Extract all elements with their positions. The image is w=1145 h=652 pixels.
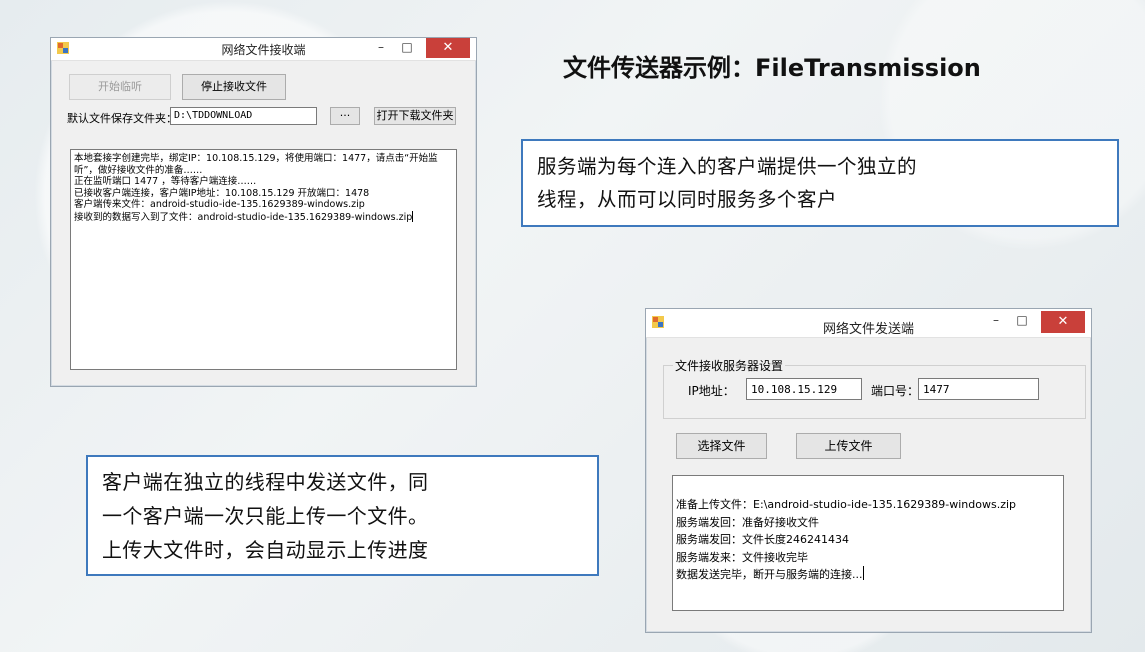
text-caret <box>412 210 414 222</box>
slide-title: 文件传送器示例：FileTransmission <box>563 54 981 82</box>
minimize-button[interactable]: – <box>983 311 1009 331</box>
receiver-titlebar: 网络文件接收端 – □ ✕ <box>51 38 476 61</box>
log-line: 接收到的数据写入到了文件：android-studio-ide-135.1629… <box>74 211 413 223</box>
sender-titlebar: 网络文件发送端 – □ ✕ <box>646 309 1091 338</box>
server-callout: 服务端为每个连入的客户端提供一个独立的 线程，从而可以同时服务多个客户 <box>521 139 1119 227</box>
port-label: 端口号： <box>871 384 920 398</box>
callout-line: 一个客户端一次只能上传一个文件。 <box>102 504 429 528</box>
close-button[interactable]: ✕ <box>1041 311 1085 333</box>
open-folder-button[interactable]: 打开下载文件夹 <box>374 107 456 125</box>
select-file-button[interactable]: 选择文件 <box>676 433 767 459</box>
sender-log[interactable]: 准备上传文件：E:\android-studio-ide-135.1629389… <box>672 475 1064 611</box>
browse-button[interactable]: ··· <box>330 107 360 125</box>
callout-line: 客户端在独立的线程中发送文件，同 <box>102 470 429 494</box>
log-line: 正在监听端口 1477 ，等待客户端连接…… <box>74 176 257 187</box>
port-input[interactable]: 1477 <box>918 378 1039 400</box>
group-label: 文件接收服务器设置 <box>673 357 786 374</box>
start-listen-button[interactable]: 开始临听 <box>69 74 171 100</box>
log-line: 已接收客户端连接，客户端IP地址：10.108.15.129 开放端口：1478 <box>74 187 370 199</box>
log-line: 数据发送完毕，断开与服务端的连接... <box>676 568 863 581</box>
maximize-button[interactable]: □ <box>1009 311 1035 331</box>
minimize-button[interactable]: – <box>368 38 394 58</box>
folder-input[interactable]: D:\TDDOWNLOAD <box>170 107 317 125</box>
ip-input[interactable]: 10.108.15.129 <box>746 378 862 400</box>
log-line: 准备上传文件：E:\android-studio-ide-135.1629389… <box>676 498 1017 511</box>
ip-label: IP地址： <box>688 384 735 398</box>
stop-receive-button[interactable]: 停止接收文件 <box>182 74 286 100</box>
folder-label: 默认文件保存文件夹： <box>67 112 177 125</box>
receiver-log[interactable]: 本地套接字创建完毕，绑定IP：10.108.15.129，将使用端口：1477，… <box>70 149 457 370</box>
upload-file-button[interactable]: 上传文件 <box>796 433 901 459</box>
log-line: 服务端发回：准备好接收文件 <box>676 515 819 529</box>
log-line: 服务端发来：文件接收完毕 <box>676 550 808 564</box>
callout-line: 线程，从而可以同时服务多个客户 <box>537 188 838 211</box>
log-line: 服务端发回：文件长度246241434 <box>676 533 849 546</box>
text-caret <box>862 566 864 580</box>
sender-window: 网络文件发送端 – □ ✕ 文件接收服务器设置 IP地址： 10.108.15.… <box>645 308 1092 633</box>
log-line: 本地套接字创建完毕，绑定IP：10.108.15.129，将使用端口：1477，… <box>74 153 438 176</box>
log-line: 客户端传来文件：android-studio-ide-135.1629389-w… <box>74 199 365 210</box>
receiver-window: 网络文件接收端 – □ ✕ 开始临听 停止接收文件 默认文件保存文件夹： D:\… <box>50 37 477 387</box>
callout-line: 服务端为每个连入的客户端提供一个独立的 <box>537 155 918 178</box>
client-callout: 客户端在独立的线程中发送文件，同 一个客户端一次只能上传一个文件。 上传大文件时… <box>86 455 599 576</box>
maximize-button[interactable]: □ <box>394 38 420 58</box>
callout-line: 上传大文件时，会自动显示上传进度 <box>102 538 429 562</box>
close-button[interactable]: ✕ <box>426 38 470 58</box>
